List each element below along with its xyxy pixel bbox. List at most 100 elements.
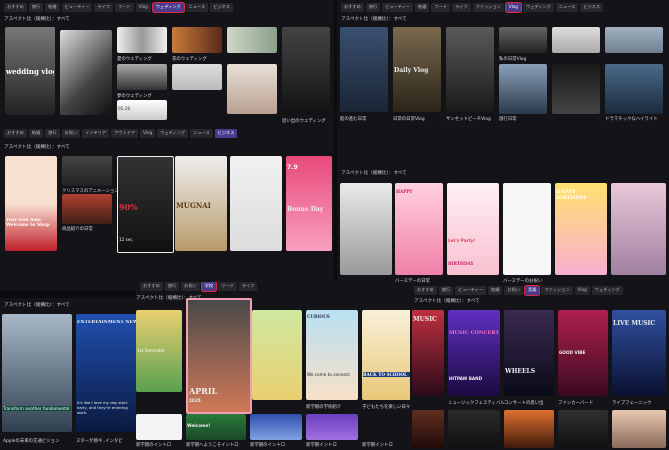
template-thumb[interactable]: Transform another fundamental — [2, 314, 72, 432]
tab[interactable]: お祝い — [61, 129, 81, 138]
tab[interactable]: フード — [431, 3, 450, 12]
template-thumb[interactable] — [117, 27, 167, 53]
template-thumb[interactable] — [340, 183, 392, 275]
tab-business[interactable]: ビジネス — [214, 129, 238, 138]
tab[interactable]: おすすめ — [414, 286, 437, 295]
template-thumb[interactable] — [503, 183, 551, 275]
tab[interactable]: 旅行 — [164, 282, 180, 291]
tab[interactable]: ニュース — [555, 3, 579, 12]
tab[interactable]: お祝い — [504, 286, 523, 295]
template-thumb[interactable]: Year-End Sale Welcome to Shop — [5, 156, 57, 251]
tab[interactable]: おすすめ — [4, 3, 27, 12]
tab[interactable]: ウェディング — [591, 286, 623, 295]
template-thumb[interactable] — [282, 27, 330, 115]
template-thumb[interactable] — [136, 414, 182, 440]
template-thumb[interactable] — [499, 27, 547, 53]
template-thumb[interactable]: BACK TO SCHOOL — [362, 310, 412, 400]
tab[interactable]: ファッション — [472, 3, 504, 12]
template-thumb[interactable] — [117, 64, 167, 90]
template-thumb[interactable]: MUSIC — [412, 310, 444, 396]
tab[interactable]: ファッション — [541, 286, 573, 295]
tab[interactable]: ビューティー — [382, 3, 414, 12]
tab[interactable]: フード — [115, 3, 134, 12]
template-thumb[interactable] — [172, 64, 222, 90]
template-thumb[interactable]: 1st Semester — [136, 310, 182, 392]
aspect-ratio-filter[interactable]: アスペクト比（縦横比）：すべて — [414, 298, 480, 304]
template-thumb[interactable] — [227, 27, 277, 53]
template-thumb[interactable]: Welcome! — [186, 414, 246, 440]
template-thumb[interactable] — [446, 27, 494, 112]
template-thumb[interactable] — [605, 64, 663, 114]
aspect-ratio-filter[interactable]: アスペクト比（縦横比）：すべて — [4, 302, 70, 308]
template-thumb[interactable] — [250, 414, 302, 440]
tab[interactable]: お祝い — [181, 282, 200, 291]
tab[interactable]: フード — [218, 282, 237, 291]
tab-wedding[interactable]: ウェディング — [151, 2, 185, 13]
template-thumb[interactable] — [172, 27, 222, 53]
template-thumb[interactable] — [230, 156, 282, 251]
tab[interactable]: 結婚 — [488, 286, 503, 295]
tab[interactable]: 結婚 — [45, 3, 60, 12]
template-thumb[interactable] — [448, 410, 500, 448]
tab[interactable]: 旅行 — [438, 286, 454, 295]
tab[interactable]: ライフ — [94, 3, 113, 12]
tab[interactable]: アウトドア — [111, 129, 139, 138]
tab[interactable]: 旅行 — [28, 3, 44, 12]
template-thumb[interactable]: 90% 12 sec — [117, 156, 174, 253]
template-thumb[interactable]: APRIL 2025 — [186, 298, 252, 414]
template-thumb[interactable]: MUGNAI — [175, 156, 227, 251]
template-thumb[interactable]: Let's Party! BIRTHDAY — [447, 183, 499, 275]
tab[interactable]: ビジネス — [580, 3, 604, 12]
tab-school[interactable]: 学校 — [200, 282, 218, 292]
template-thumb[interactable] — [60, 30, 112, 115]
template-thumb[interactable] — [611, 183, 666, 275]
tab[interactable]: ライフ — [452, 3, 471, 12]
template-thumb[interactable]: WHEELS — [504, 310, 554, 396]
template-thumb[interactable] — [306, 414, 358, 440]
template-thumb[interactable] — [552, 27, 600, 53]
aspect-ratio-filter[interactable]: アスペクト比（縦横比）：すべて — [341, 170, 407, 176]
template-thumb[interactable]: HAPPY — [395, 183, 443, 275]
tab[interactable]: おすすめ — [4, 129, 27, 138]
aspect-ratio-filter[interactable]: アスペクト比（縦横比）：すべて — [4, 144, 70, 150]
template-thumb[interactable]: 7.9 Bonne Day — [286, 156, 332, 251]
tab[interactable]: ニュース — [190, 129, 213, 138]
tab[interactable]: 結婚 — [28, 129, 44, 138]
tab[interactable]: Vlog — [140, 129, 156, 138]
template-thumb[interactable]: Daily Vlog — [393, 27, 441, 112]
template-thumb[interactable] — [340, 27, 388, 112]
tab[interactable]: ビューティー — [61, 3, 93, 12]
tab[interactable]: 結婚 — [415, 3, 430, 12]
template-thumb[interactable] — [252, 310, 302, 400]
tab-vlog[interactable]: Vlog — [504, 2, 522, 13]
template-thumb[interactable]: 05.28 — [117, 100, 167, 120]
tab[interactable]: ウェディング — [157, 129, 189, 138]
tab[interactable]: ライフ — [238, 282, 258, 291]
tab[interactable]: ビジネス — [210, 3, 233, 12]
tab[interactable]: インテリア — [82, 129, 110, 138]
tab[interactable]: Vlog — [135, 3, 151, 12]
template-thumb[interactable] — [499, 64, 547, 114]
tab[interactable]: おすすめ — [341, 3, 364, 12]
tab-music[interactable]: 音楽 — [523, 285, 541, 296]
template-thumb[interactable] — [612, 410, 666, 448]
template-thumb[interactable] — [605, 27, 663, 53]
template-thumb[interactable] — [62, 194, 112, 224]
tab[interactable]: 旅行 — [365, 3, 381, 12]
aspect-ratio-filter[interactable]: アスペクト比（縦横比）：すべて — [341, 16, 407, 22]
template-thumb[interactable]: GOOD VIBE — [558, 310, 608, 396]
tab[interactable]: Vlog — [574, 286, 590, 295]
tab[interactable]: おすすめ — [140, 282, 163, 291]
template-thumb[interactable] — [227, 64, 277, 114]
template-thumb[interactable]: ENTERTAINMENT NEWS It's like I love my d… — [76, 314, 138, 432]
template-thumb[interactable]: wedding vlog — [5, 27, 55, 115]
template-thumb[interactable] — [62, 156, 112, 186]
template-thumb[interactable]: LIVE MUSIC — [612, 310, 666, 396]
template-thumb[interactable] — [552, 64, 600, 114]
tab[interactable]: ニュース — [185, 3, 209, 12]
template-thumb[interactable]: CURIOUS We come to connect — [306, 310, 358, 400]
template-thumb[interactable] — [558, 410, 608, 448]
template-thumb[interactable]: MUSIC CONCERT HITPAW BAND — [448, 310, 500, 396]
template-thumb[interactable] — [412, 410, 444, 448]
tab[interactable]: 旅行 — [45, 129, 60, 138]
